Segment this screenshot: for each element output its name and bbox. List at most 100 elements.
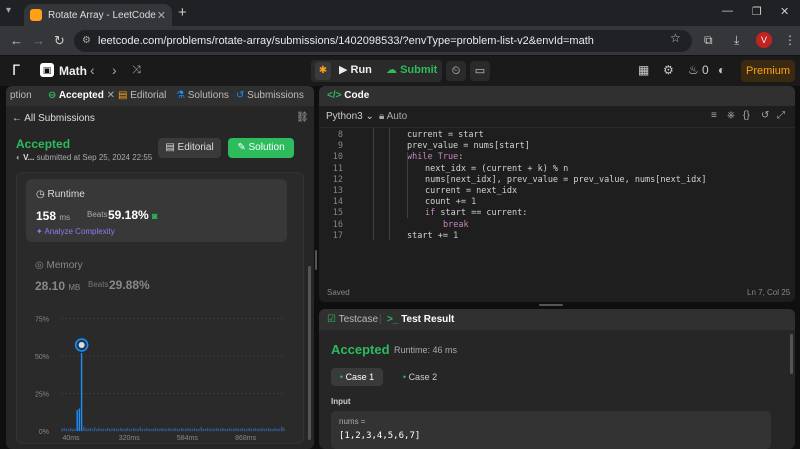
timer-icon[interactable]: ⏲ bbox=[446, 61, 466, 81]
window-close-icon[interactable]: ✕ bbox=[780, 5, 789, 18]
memory-title[interactable]: ◎ Memory bbox=[35, 260, 83, 271]
chart-bar bbox=[283, 428, 285, 431]
line-number: 16 bbox=[332, 219, 343, 230]
chart-bar bbox=[122, 428, 124, 431]
chart-bar bbox=[246, 428, 248, 431]
solution-button[interactable]: ✎ Solution bbox=[228, 138, 294, 158]
bookmark-star-icon[interactable]: ☆ bbox=[670, 31, 681, 45]
solution-button-label: Solution bbox=[248, 142, 285, 153]
format-icon[interactable]: ≡ bbox=[711, 110, 717, 121]
code-line: current = start bbox=[407, 130, 484, 140]
horizontal-resize-handle[interactable] bbox=[539, 304, 563, 306]
tab-test-result[interactable]: >_ Test Result bbox=[387, 314, 454, 325]
tab-accepted-label: Accepted bbox=[58, 90, 104, 101]
menu-kebab-icon[interactable]: ⋮ bbox=[784, 33, 796, 47]
tab-description[interactable]: ption bbox=[10, 90, 32, 101]
chart-y-tick-label: 0% bbox=[39, 429, 49, 436]
download-icon[interactable]: ⤓ bbox=[734, 33, 739, 48]
user-avatar-icon: ◐ bbox=[16, 153, 21, 162]
tab-submissions[interactable]: ↺ Submissions bbox=[236, 90, 304, 101]
restore-icon[interactable]: ❐ bbox=[752, 5, 762, 18]
chart-bar bbox=[270, 428, 272, 431]
premium-button[interactable]: Premium bbox=[741, 60, 795, 82]
code-line: while True: bbox=[407, 152, 463, 162]
left-panel-scrollbar[interactable] bbox=[308, 266, 311, 440]
chart-bar bbox=[93, 427, 96, 431]
chart-bar bbox=[204, 428, 207, 431]
extensions-icon[interactable]: ⧉ bbox=[704, 33, 713, 48]
bookmark-icon[interactable]: ⎈ bbox=[727, 110, 735, 121]
tab-divider: | bbox=[379, 314, 382, 325]
tab-solutions[interactable]: ⚗ Solutions bbox=[176, 90, 229, 101]
tab-list-icon[interactable]: ▾ bbox=[6, 5, 11, 16]
chart-bar bbox=[189, 428, 191, 431]
reset-icon[interactable]: ↺ bbox=[761, 110, 769, 121]
settings-gear-icon[interactable]: ⚙ bbox=[663, 63, 674, 77]
tab-editorial[interactable]: ▤ Editorial bbox=[118, 90, 166, 101]
submitter-name[interactable]: V... bbox=[23, 153, 34, 162]
close-accepted-tab-icon[interactable]: ✕ bbox=[107, 90, 115, 101]
chart-bar bbox=[167, 428, 170, 431]
chart-bar bbox=[139, 427, 141, 431]
braces-icon[interactable]: {} bbox=[743, 110, 750, 121]
chart-bar bbox=[250, 428, 252, 431]
auto-mode-toggle[interactable]: 🔒︎ Auto bbox=[379, 111, 407, 122]
profile-avatar[interactable]: V bbox=[756, 32, 772, 48]
streak-fire-icon[interactable]: ♨ bbox=[688, 63, 699, 77]
minimize-icon[interactable]: — bbox=[722, 5, 733, 17]
back-arrow-icon[interactable]: ← bbox=[10, 33, 23, 48]
runtime-card[interactable]: ◷ Runtime 158 ms Beats 59.18% ◙ ✦ Analyz… bbox=[26, 179, 287, 242]
user-avatar-icon[interactable]: ◐ bbox=[718, 63, 725, 77]
chart-bar bbox=[265, 428, 268, 431]
code-panel-header: </> Code bbox=[319, 86, 795, 106]
chart-bar bbox=[217, 428, 220, 431]
runtime-value: 158 ms bbox=[36, 209, 70, 223]
analyze-complexity-link[interactable]: ✦ Analyze Complexity bbox=[36, 227, 115, 236]
testcase-check-icon: ☑ bbox=[327, 314, 336, 325]
close-tab-icon[interactable]: ✕ bbox=[157, 9, 166, 22]
line-number: 10 bbox=[332, 152, 343, 163]
tab-accepted[interactable]: ⊖ Accepted ✕ bbox=[48, 90, 115, 101]
code-line: current = next_idx bbox=[425, 186, 517, 196]
browser-tab[interactable]: Rotate Array - LeetCode ✕ bbox=[24, 4, 172, 26]
case-1-tab[interactable]: • Case 1 bbox=[331, 368, 383, 386]
notes-icon[interactable]: ▭ bbox=[470, 61, 490, 81]
result-panel-scrollbar[interactable] bbox=[790, 334, 793, 374]
code-token: nums[next_idx], prev_value = prev_value,… bbox=[425, 174, 707, 185]
reload-icon[interactable]: ↻ bbox=[54, 33, 65, 49]
site-info-icon[interactable]: ⚙ bbox=[82, 30, 91, 52]
vertical-resize-handle[interactable] bbox=[315, 250, 317, 270]
address-toolbar: ← → ↻ ⚙ leetcode.com/problems/rotate-arr… bbox=[0, 26, 800, 56]
prev-problem-icon[interactable]: ‹ bbox=[90, 62, 95, 78]
leetcode-logo-icon[interactable]: ᒥ bbox=[12, 62, 20, 79]
run-button[interactable]: ▶ Run bbox=[339, 63, 372, 76]
url-bar[interactable]: ⚙ leetcode.com/problems/rotate-array/sub… bbox=[74, 30, 692, 52]
chart-bar bbox=[174, 428, 176, 431]
share-link-icon[interactable]: ⛓ bbox=[296, 112, 309, 123]
forward-arrow-icon[interactable]: → bbox=[32, 33, 45, 48]
input-box: nums = [1,2,3,4,5,6,7] bbox=[331, 411, 771, 449]
case-2-tab[interactable]: • Case 2 bbox=[396, 368, 444, 386]
tab-testcase[interactable]: ☑ Testcase bbox=[327, 314, 378, 325]
chart-bar bbox=[128, 428, 131, 431]
fullscreen-icon[interactable]: ⤢ bbox=[777, 110, 785, 121]
language-select[interactable]: Python3 ⌄ bbox=[326, 111, 374, 122]
editorial-button[interactable]: ▤ Editorial bbox=[158, 138, 221, 158]
tab-test-result-label: Test Result bbox=[401, 314, 455, 325]
all-submissions-link[interactable]: ← All Submissions bbox=[12, 113, 95, 124]
chart-bar bbox=[156, 428, 159, 431]
code-token: if bbox=[425, 208, 436, 219]
next-problem-icon[interactable]: › bbox=[112, 62, 117, 78]
problem-list-label[interactable]: Math bbox=[59, 64, 87, 78]
chart-bar bbox=[170, 428, 172, 431]
submit-button[interactable]: ☁ Submit bbox=[386, 63, 437, 76]
chart-bar bbox=[161, 428, 163, 431]
debug-icon[interactable]: ✱ bbox=[315, 62, 331, 80]
runtime-distribution-chart[interactable]: 75% 50% 25% 0% 40ms 320ms 584ms 868ms bbox=[17, 311, 305, 441]
code-lines[interactable]: 8 current = start 9 prev_value = nums[start… bbox=[319, 128, 795, 278]
new-tab-icon[interactable]: + bbox=[178, 4, 187, 21]
layout-grid-icon[interactable]: ▦ bbox=[638, 63, 649, 77]
shuffle-icon[interactable]: ⤨ bbox=[132, 64, 141, 77]
code-title-label: Code bbox=[344, 90, 370, 101]
code-line: next_idx = (current + k) % n bbox=[425, 164, 568, 174]
